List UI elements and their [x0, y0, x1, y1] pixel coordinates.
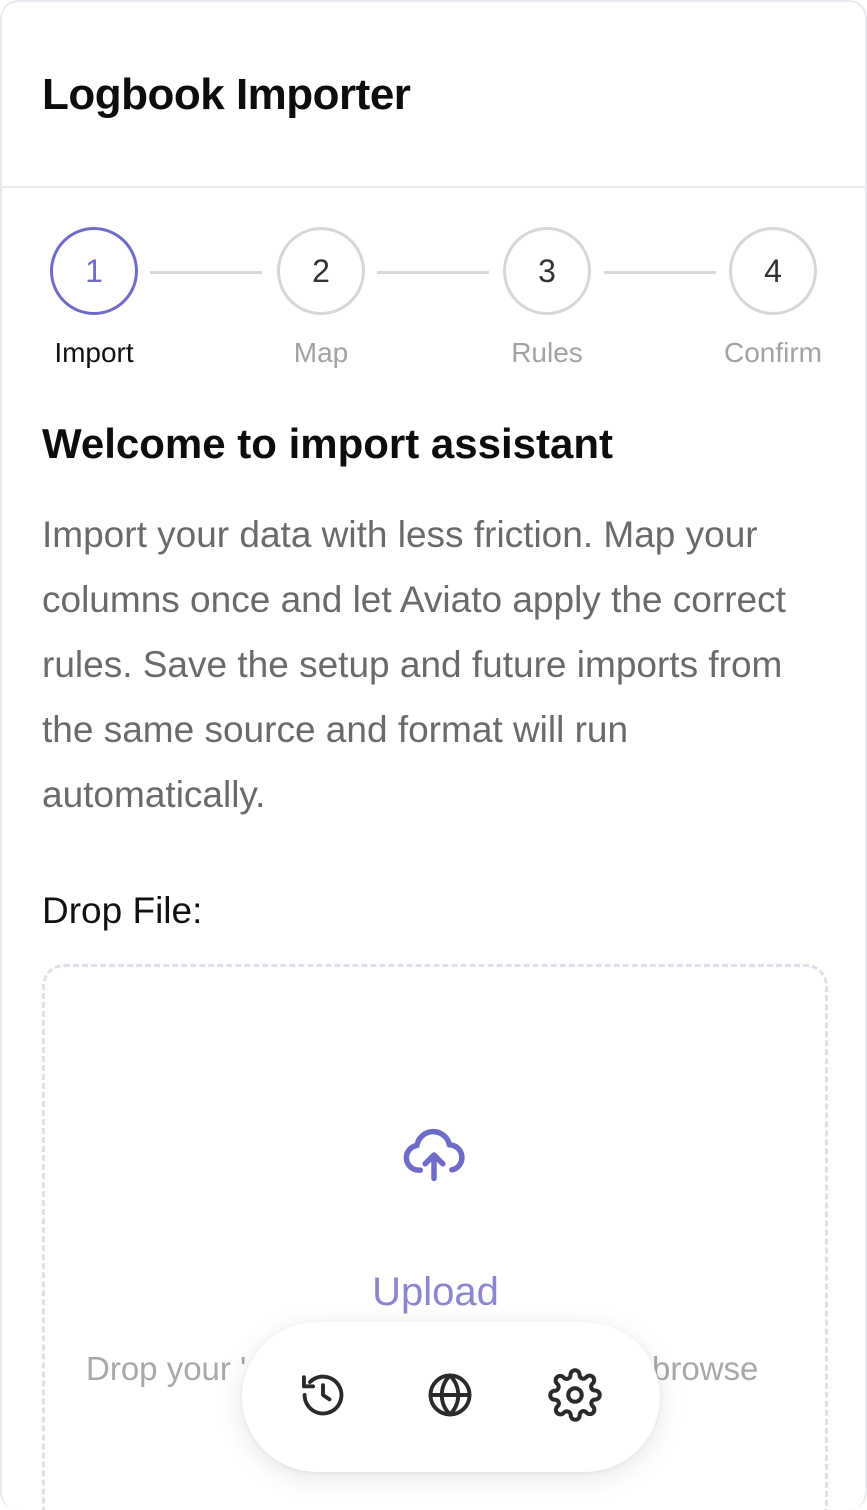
globe-icon	[424, 1369, 476, 1426]
welcome-heading: Welcome to import assistant	[42, 420, 614, 467]
drop-hint: Drop your '	[86, 1350, 247, 1387]
floating-toolbar	[242, 1322, 660, 1472]
browse-link[interactable]: browse	[652, 1350, 758, 1388]
step-number: 3	[503, 227, 591, 315]
step-confirm[interactable]: 4 Confirm	[698, 227, 848, 369]
settings-button[interactable]	[546, 1367, 604, 1427]
step-label: Confirm	[723, 337, 822, 368]
header: Logbook Importer	[2, 2, 865, 188]
step-rules[interactable]: 3 Rules	[472, 227, 622, 369]
upload-button[interactable]: Upload	[2, 1270, 865, 1315]
step-number: 4	[729, 227, 817, 315]
step-label: Rules	[511, 337, 583, 368]
stepper: 1 Import 2 Map 3 Rules 4 Confirm	[2, 227, 865, 377]
step-label: Import	[54, 337, 134, 368]
step-number: 1	[50, 227, 138, 315]
welcome-description: Import your data with less friction. Map…	[42, 514, 786, 815]
gear-icon	[548, 1367, 602, 1427]
history-button[interactable]	[294, 1368, 352, 1426]
history-icon	[297, 1369, 349, 1426]
step-number: 2	[277, 227, 365, 315]
app-window: Logbook Importer 1 Import 2 Map 3 Rules …	[0, 0, 867, 1510]
cloud-upload-icon[interactable]	[401, 1122, 467, 1188]
language-button[interactable]	[421, 1368, 479, 1426]
drop-file-label: Drop File:	[42, 890, 203, 931]
step-map[interactable]: 2 Map	[246, 227, 396, 369]
page-title: Logbook Importer	[42, 70, 411, 119]
step-label: Map	[293, 337, 349, 368]
step-import[interactable]: 1 Import	[19, 227, 169, 369]
